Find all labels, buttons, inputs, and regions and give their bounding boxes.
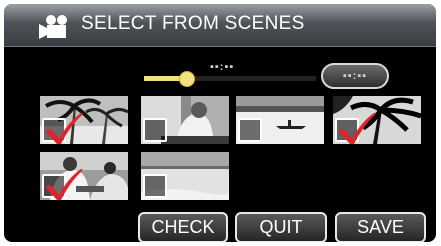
title-bar: SELECT FROM SCENES bbox=[4, 4, 436, 47]
checkmark-icon bbox=[45, 112, 83, 144]
current-time-readout: ▪▪:▪▪ bbox=[210, 61, 235, 73]
select-checkbox[interactable] bbox=[143, 118, 167, 142]
quit-button[interactable]: QUIT bbox=[235, 212, 327, 242]
check-button[interactable]: CHECK bbox=[138, 212, 228, 242]
device-screen: SELECT FROM SCENES ▪▪:▪▪ ▪▪:▪▪ CHECK QUI… bbox=[4, 4, 436, 242]
save-button[interactable]: SAVE bbox=[335, 212, 426, 242]
total-time-readout: ▪▪:▪▪ bbox=[321, 63, 389, 89]
scene-slider[interactable] bbox=[144, 76, 316, 81]
scene-thumbnail-3[interactable] bbox=[236, 96, 324, 144]
movie-camera-icon bbox=[39, 15, 67, 39]
scene-thumbnail-4[interactable] bbox=[333, 96, 421, 144]
scene-thumbnail-1[interactable] bbox=[40, 96, 128, 144]
scene-thumbnail-2[interactable] bbox=[141, 96, 229, 144]
page-title: SELECT FROM SCENES bbox=[81, 13, 305, 34]
slider-knob[interactable] bbox=[179, 71, 195, 87]
scene-thumbnail-6[interactable] bbox=[141, 152, 229, 200]
checkmark-icon bbox=[338, 112, 376, 144]
scene-thumbnail-5[interactable] bbox=[40, 152, 128, 200]
select-checkbox[interactable] bbox=[143, 174, 167, 198]
select-checkbox[interactable] bbox=[238, 118, 262, 142]
checkmark-icon bbox=[45, 168, 83, 200]
